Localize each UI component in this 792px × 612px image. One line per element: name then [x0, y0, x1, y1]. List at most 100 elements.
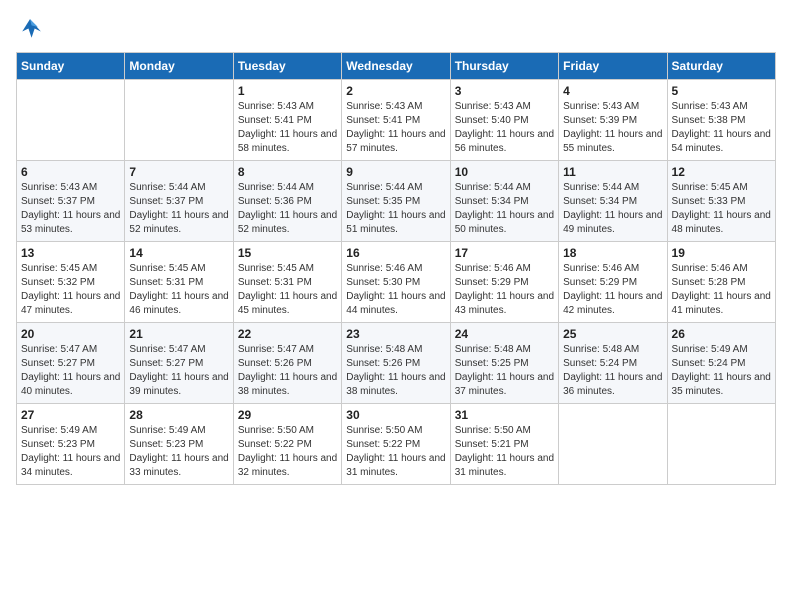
- day-info: Sunrise: 5:45 AM Sunset: 5:31 PM Dayligh…: [238, 262, 337, 318]
- calendar-header-row: SundayMondayTuesdayWednesdayThursdayFrid…: [17, 53, 776, 80]
- day-number: 30: [346, 408, 445, 422]
- calendar-cell: 18Sunrise: 5:46 AM Sunset: 5:29 PM Dayli…: [559, 242, 667, 323]
- day-number: 14: [129, 246, 228, 260]
- calendar-cell: 15 Sunrise: 5:45 AM Sunset: 5:31 PM Dayli…: [233, 242, 341, 323]
- day-number: 12: [672, 165, 771, 179]
- day-number: 23: [346, 327, 445, 341]
- calendar-cell: 25 Sunrise: 5:48 AM Sunset: 5:24 PM Dayli…: [559, 323, 667, 404]
- weekday-header: Sunday: [17, 53, 125, 80]
- day-number: 15: [238, 246, 337, 260]
- calendar-cell: [125, 80, 233, 161]
- day-info: Sunrise: 5:46 AM Sunset: 5:29 PM Dayligh…: [455, 262, 554, 318]
- calendar-cell: 26 Sunrise: 5:49 AM Sunset: 5:24 PM Dayli…: [667, 323, 775, 404]
- calendar-week-row: 1 Sunrise: 5:43 AM Sunset: 5:41 PM Daylig…: [17, 80, 776, 161]
- day-info: Sunrise: 5:43 AM Sunset: 5:38 PM Dayligh…: [672, 100, 771, 156]
- day-info: Sunrise: 5:47 AM Sunset: 5:27 PM Dayligh…: [129, 343, 228, 399]
- calendar-cell: 22 Sunrise: 5:47 AM Sunset: 5:26 PM Dayli…: [233, 323, 341, 404]
- day-info: Sunrise: 5:44 AM Sunset: 5:37 PM Dayligh…: [129, 181, 228, 237]
- calendar-cell: 29 Sunrise: 5:50 AM Sunset: 5:22 PM Dayli…: [233, 404, 341, 485]
- calendar-week-row: 27 Sunrise: 5:49 AM Sunset: 5:23 PM Dayli…: [17, 404, 776, 485]
- logo: [16, 16, 48, 44]
- day-number: 24: [455, 327, 554, 341]
- day-number: 2: [346, 84, 445, 98]
- day-info: Sunrise: 5:43 AM Sunset: 5:41 PM Dayligh…: [238, 100, 337, 156]
- day-info: Sunrise: 5:50 AM Sunset: 5:21 PM Dayligh…: [455, 424, 554, 480]
- day-number: 6: [21, 165, 120, 179]
- day-info: Sunrise: 5:44 AM Sunset: 5:35 PM Dayligh…: [346, 181, 445, 237]
- day-number: 11: [563, 165, 662, 179]
- calendar-cell: 28 Sunrise: 5:49 AM Sunset: 5:23 PM Dayli…: [125, 404, 233, 485]
- calendar-cell: 10Sunrise: 5:44 AM Sunset: 5:34 PM Dayli…: [450, 161, 558, 242]
- day-number: 8: [238, 165, 337, 179]
- calendar-week-row: 13 Sunrise: 5:45 AM Sunset: 5:32 PM Dayli…: [17, 242, 776, 323]
- day-number: 31: [455, 408, 554, 422]
- day-number: 25: [563, 327, 662, 341]
- day-info: Sunrise: 5:47 AM Sunset: 5:27 PM Dayligh…: [21, 343, 120, 399]
- calendar-cell: 14 Sunrise: 5:45 AM Sunset: 5:31 PM Dayli…: [125, 242, 233, 323]
- day-number: 19: [672, 246, 771, 260]
- calendar-cell: 3Sunrise: 5:43 AM Sunset: 5:40 PM Daylig…: [450, 80, 558, 161]
- calendar-cell: 21 Sunrise: 5:47 AM Sunset: 5:27 PM Dayli…: [125, 323, 233, 404]
- day-number: 17: [455, 246, 554, 260]
- day-number: 10: [455, 165, 554, 179]
- day-number: 7: [129, 165, 228, 179]
- calendar-week-row: 20 Sunrise: 5:47 AM Sunset: 5:27 PM Dayli…: [17, 323, 776, 404]
- day-info: Sunrise: 5:46 AM Sunset: 5:28 PM Dayligh…: [672, 262, 771, 318]
- calendar-cell: 1 Sunrise: 5:43 AM Sunset: 5:41 PM Daylig…: [233, 80, 341, 161]
- calendar-cell: [17, 80, 125, 161]
- day-number: 28: [129, 408, 228, 422]
- weekday-header: Thursday: [450, 53, 558, 80]
- day-info: Sunrise: 5:49 AM Sunset: 5:23 PM Dayligh…: [129, 424, 228, 480]
- day-info: Sunrise: 5:47 AM Sunset: 5:26 PM Dayligh…: [238, 343, 337, 399]
- calendar-cell: 2 Sunrise: 5:43 AM Sunset: 5:41 PM Daylig…: [342, 80, 450, 161]
- day-number: 27: [21, 408, 120, 422]
- day-number: 1: [238, 84, 337, 98]
- day-info: Sunrise: 5:43 AM Sunset: 5:39 PM Dayligh…: [563, 100, 662, 156]
- day-info: Sunrise: 5:48 AM Sunset: 5:25 PM Dayligh…: [455, 343, 554, 399]
- calendar-cell: 9 Sunrise: 5:44 AM Sunset: 5:35 PM Daylig…: [342, 161, 450, 242]
- calendar-cell: 5 Sunrise: 5:43 AM Sunset: 5:38 PM Daylig…: [667, 80, 775, 161]
- day-info: Sunrise: 5:48 AM Sunset: 5:26 PM Dayligh…: [346, 343, 445, 399]
- day-info: Sunrise: 5:43 AM Sunset: 5:41 PM Dayligh…: [346, 100, 445, 156]
- calendar-table: SundayMondayTuesdayWednesdayThursdayFrid…: [16, 52, 776, 485]
- weekday-header: Wednesday: [342, 53, 450, 80]
- calendar-week-row: 6 Sunrise: 5:43 AM Sunset: 5:37 PM Daylig…: [17, 161, 776, 242]
- day-number: 20: [21, 327, 120, 341]
- weekday-header: Monday: [125, 53, 233, 80]
- day-number: 9: [346, 165, 445, 179]
- calendar-cell: [559, 404, 667, 485]
- calendar-cell: 30Sunrise: 5:50 AM Sunset: 5:22 PM Dayli…: [342, 404, 450, 485]
- day-info: Sunrise: 5:44 AM Sunset: 5:36 PM Dayligh…: [238, 181, 337, 237]
- day-number: 5: [672, 84, 771, 98]
- weekday-header: Friday: [559, 53, 667, 80]
- day-number: 18: [563, 246, 662, 260]
- weekday-header: Saturday: [667, 53, 775, 80]
- day-number: 16: [346, 246, 445, 260]
- calendar-cell: 11 Sunrise: 5:44 AM Sunset: 5:34 PM Dayli…: [559, 161, 667, 242]
- day-number: 21: [129, 327, 228, 341]
- calendar-cell: 8 Sunrise: 5:44 AM Sunset: 5:36 PM Daylig…: [233, 161, 341, 242]
- calendar-cell: 16Sunrise: 5:46 AM Sunset: 5:30 PM Dayli…: [342, 242, 450, 323]
- calendar-cell: 20 Sunrise: 5:47 AM Sunset: 5:27 PM Dayli…: [17, 323, 125, 404]
- calendar-cell: 27 Sunrise: 5:49 AM Sunset: 5:23 PM Dayli…: [17, 404, 125, 485]
- calendar-cell: 23 Sunrise: 5:48 AM Sunset: 5:26 PM Dayli…: [342, 323, 450, 404]
- day-info: Sunrise: 5:45 AM Sunset: 5:32 PM Dayligh…: [21, 262, 120, 318]
- day-number: 29: [238, 408, 337, 422]
- day-info: Sunrise: 5:49 AM Sunset: 5:24 PM Dayligh…: [672, 343, 771, 399]
- calendar-cell: 19 Sunrise: 5:46 AM Sunset: 5:28 PM Dayli…: [667, 242, 775, 323]
- calendar-cell: 6 Sunrise: 5:43 AM Sunset: 5:37 PM Daylig…: [17, 161, 125, 242]
- weekday-header: Tuesday: [233, 53, 341, 80]
- day-info: Sunrise: 5:45 AM Sunset: 5:31 PM Dayligh…: [129, 262, 228, 318]
- calendar-cell: 4Sunrise: 5:43 AM Sunset: 5:39 PM Daylig…: [559, 80, 667, 161]
- calendar-cell: 13 Sunrise: 5:45 AM Sunset: 5:32 PM Dayli…: [17, 242, 125, 323]
- day-info: Sunrise: 5:50 AM Sunset: 5:22 PM Dayligh…: [238, 424, 337, 480]
- day-info: Sunrise: 5:43 AM Sunset: 5:37 PM Dayligh…: [21, 181, 120, 237]
- calendar-cell: [667, 404, 775, 485]
- day-info: Sunrise: 5:44 AM Sunset: 5:34 PM Dayligh…: [563, 181, 662, 237]
- day-info: Sunrise: 5:49 AM Sunset: 5:23 PM Dayligh…: [21, 424, 120, 480]
- day-number: 26: [672, 327, 771, 341]
- day-info: Sunrise: 5:48 AM Sunset: 5:24 PM Dayligh…: [563, 343, 662, 399]
- calendar-cell: 7 Sunrise: 5:44 AM Sunset: 5:37 PM Daylig…: [125, 161, 233, 242]
- day-number: 22: [238, 327, 337, 341]
- day-number: 13: [21, 246, 120, 260]
